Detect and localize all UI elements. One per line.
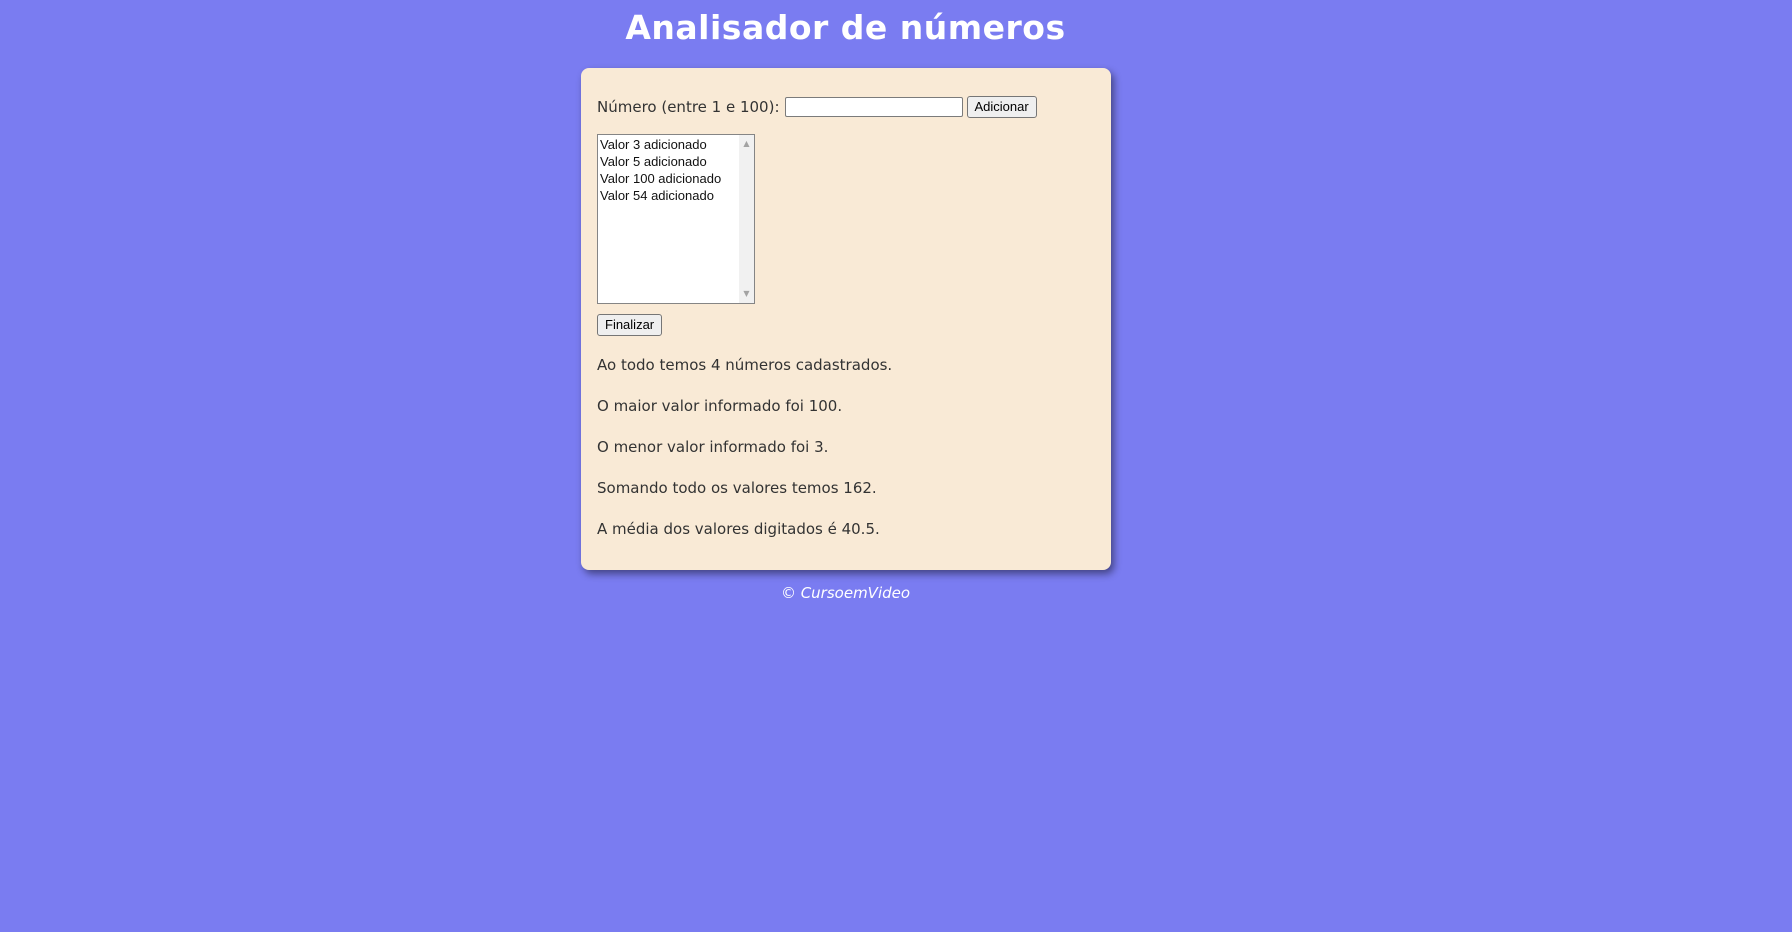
analyzer-card: Número (entre 1 e 100): Adicionar Valor … bbox=[581, 68, 1111, 570]
list-item[interactable]: Valor 100 adicionado bbox=[600, 170, 721, 187]
footer-credit: © CursoemVideo bbox=[780, 584, 911, 602]
values-listbox[interactable]: Valor 3 adicionado Valor 5 adicionado Va… bbox=[597, 134, 755, 304]
scroll-up-arrow-icon[interactable]: ▲ bbox=[739, 137, 754, 151]
result-sum: Somando todo os valores temos 162. bbox=[597, 479, 877, 497]
page-title: Analisador de números bbox=[625, 8, 1066, 47]
result-avg: A média dos valores digitados é 40.5. bbox=[597, 520, 880, 538]
result-min: O menor valor informado foi 3. bbox=[597, 438, 829, 456]
finalize-button[interactable]: Finalizar bbox=[597, 314, 663, 336]
listbox-scrollbar[interactable]: ▲ ▼ bbox=[739, 135, 754, 303]
number-label: Número (entre 1 e 100): bbox=[597, 98, 780, 116]
list-item[interactable]: Valor 54 adicionado bbox=[600, 187, 721, 204]
scroll-down-arrow-icon[interactable]: ▼ bbox=[739, 287, 754, 301]
add-button[interactable]: Adicionar bbox=[966, 96, 1037, 118]
list-item[interactable]: Valor 3 adicionado bbox=[600, 136, 721, 153]
number-input[interactable] bbox=[784, 97, 963, 117]
result-max: O maior valor informado foi 100. bbox=[597, 397, 843, 415]
listbox-items: Valor 3 adicionado Valor 5 adicionado Va… bbox=[600, 136, 721, 204]
results-panel: Ao todo temos 4 números cadastrados. O m… bbox=[597, 356, 892, 561]
number-form: Número (entre 1 e 100): Adicionar bbox=[597, 96, 1037, 118]
list-item[interactable]: Valor 5 adicionado bbox=[600, 153, 721, 170]
result-total: Ao todo temos 4 números cadastrados. bbox=[597, 356, 893, 374]
